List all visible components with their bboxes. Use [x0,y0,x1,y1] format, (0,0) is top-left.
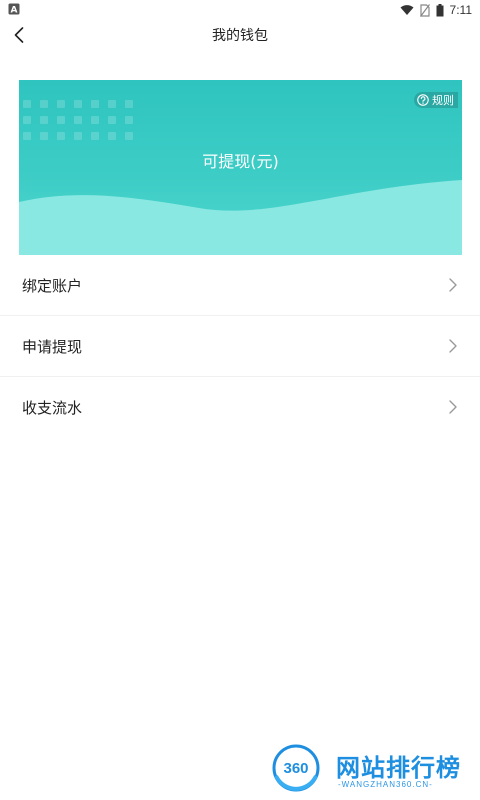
chevron-right-icon [449,339,457,353]
page-title: 我的钱包 [212,28,268,44]
menu-item-label: 收支流水 [22,398,83,417]
wallet-balance-card: 规则 可提现(元) [19,80,462,255]
watermark-logo-text: 360 [283,760,308,777]
menu-item-label: 绑定账户 [22,276,83,295]
wallet-menu: 绑定账户 申请提现 收支流水 [0,255,480,437]
notification-a-icon: A [8,3,20,15]
chevron-right-icon [449,400,457,414]
menu-item-apply-withdraw[interactable]: 申请提现 [0,316,480,377]
wifi-icon [400,5,414,15]
svg-text:A: A [11,6,18,16]
nav-header: 我的钱包 [0,20,480,50]
question-circle-icon [417,94,429,106]
watermark: 360 网站排行榜 -WANGZHAN360.CN- [266,740,476,796]
wallet-screen: A 7:11 我的钱包 规则 可提现(元) 绑定账户 申请提现 收支流水 360… [0,0,480,800]
menu-item-label: 申请提现 [22,337,83,356]
watermark-logo-icon: 360 [272,744,320,792]
watermark-title: 网站排行榜 [336,754,461,782]
no-sim-icon [419,3,430,17]
status-time: 7:11 [449,3,472,17]
rules-label: 规则 [432,94,454,107]
status-bar: A 7:11 [0,0,480,20]
menu-item-bind-account[interactable]: 绑定账户 [0,255,480,316]
rules-button[interactable]: 规则 [414,92,458,108]
battery-icon [436,3,444,16]
decorative-dots [23,100,135,142]
withdrawable-label: 可提现(元) [202,152,279,171]
watermark-subtitle: -WANGZHAN360.CN- [338,780,433,789]
menu-item-transactions[interactable]: 收支流水 [0,377,480,437]
chevron-right-icon [449,278,457,292]
status-icons: 7:11 [400,2,472,18]
